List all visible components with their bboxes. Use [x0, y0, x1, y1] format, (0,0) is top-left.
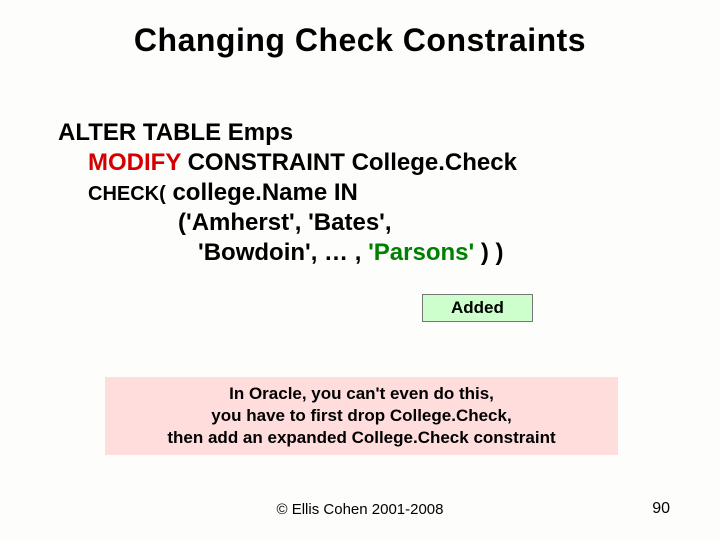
- code-line-3-rest: college.Name IN: [166, 179, 358, 206]
- code-line-5a: 'Bowdoin', … ,: [198, 239, 368, 266]
- slide: Changing Check Constraints ALTER TABLE E…: [0, 0, 720, 540]
- code-line-4: ('Amherst', 'Bates',: [58, 208, 517, 238]
- code-line-3: CHECK( college.Name IN: [58, 178, 517, 208]
- note-line-2: you have to first drop College.Check,: [109, 405, 614, 427]
- slide-title: Changing Check Constraints: [0, 0, 720, 59]
- code-line-2: MODIFY CONSTRAINT College.Check: [58, 148, 517, 178]
- code-line-1: ALTER TABLE Emps: [58, 118, 517, 148]
- code-line-5c: ) ): [474, 239, 503, 266]
- note-line-1: In Oracle, you can't even do this,: [109, 383, 614, 405]
- added-badge: Added: [422, 294, 533, 322]
- code-block: ALTER TABLE Emps MODIFY CONSTRAINT Colle…: [58, 118, 517, 268]
- note-line-3: then add an expanded College.Check const…: [109, 427, 614, 449]
- code-line-2-rest: CONSTRAINT College.Check: [181, 149, 517, 176]
- added-value: 'Parsons': [368, 239, 474, 266]
- keyword-modify: MODIFY: [88, 149, 181, 176]
- check-open: CHECK(: [88, 183, 166, 205]
- code-line-5: 'Bowdoin', … , 'Parsons' ) ): [58, 238, 517, 268]
- page-number: 90: [652, 500, 670, 518]
- footer-copyright: © Ellis Cohen 2001-2008: [0, 501, 720, 518]
- note-box: In Oracle, you can't even do this, you h…: [105, 377, 618, 455]
